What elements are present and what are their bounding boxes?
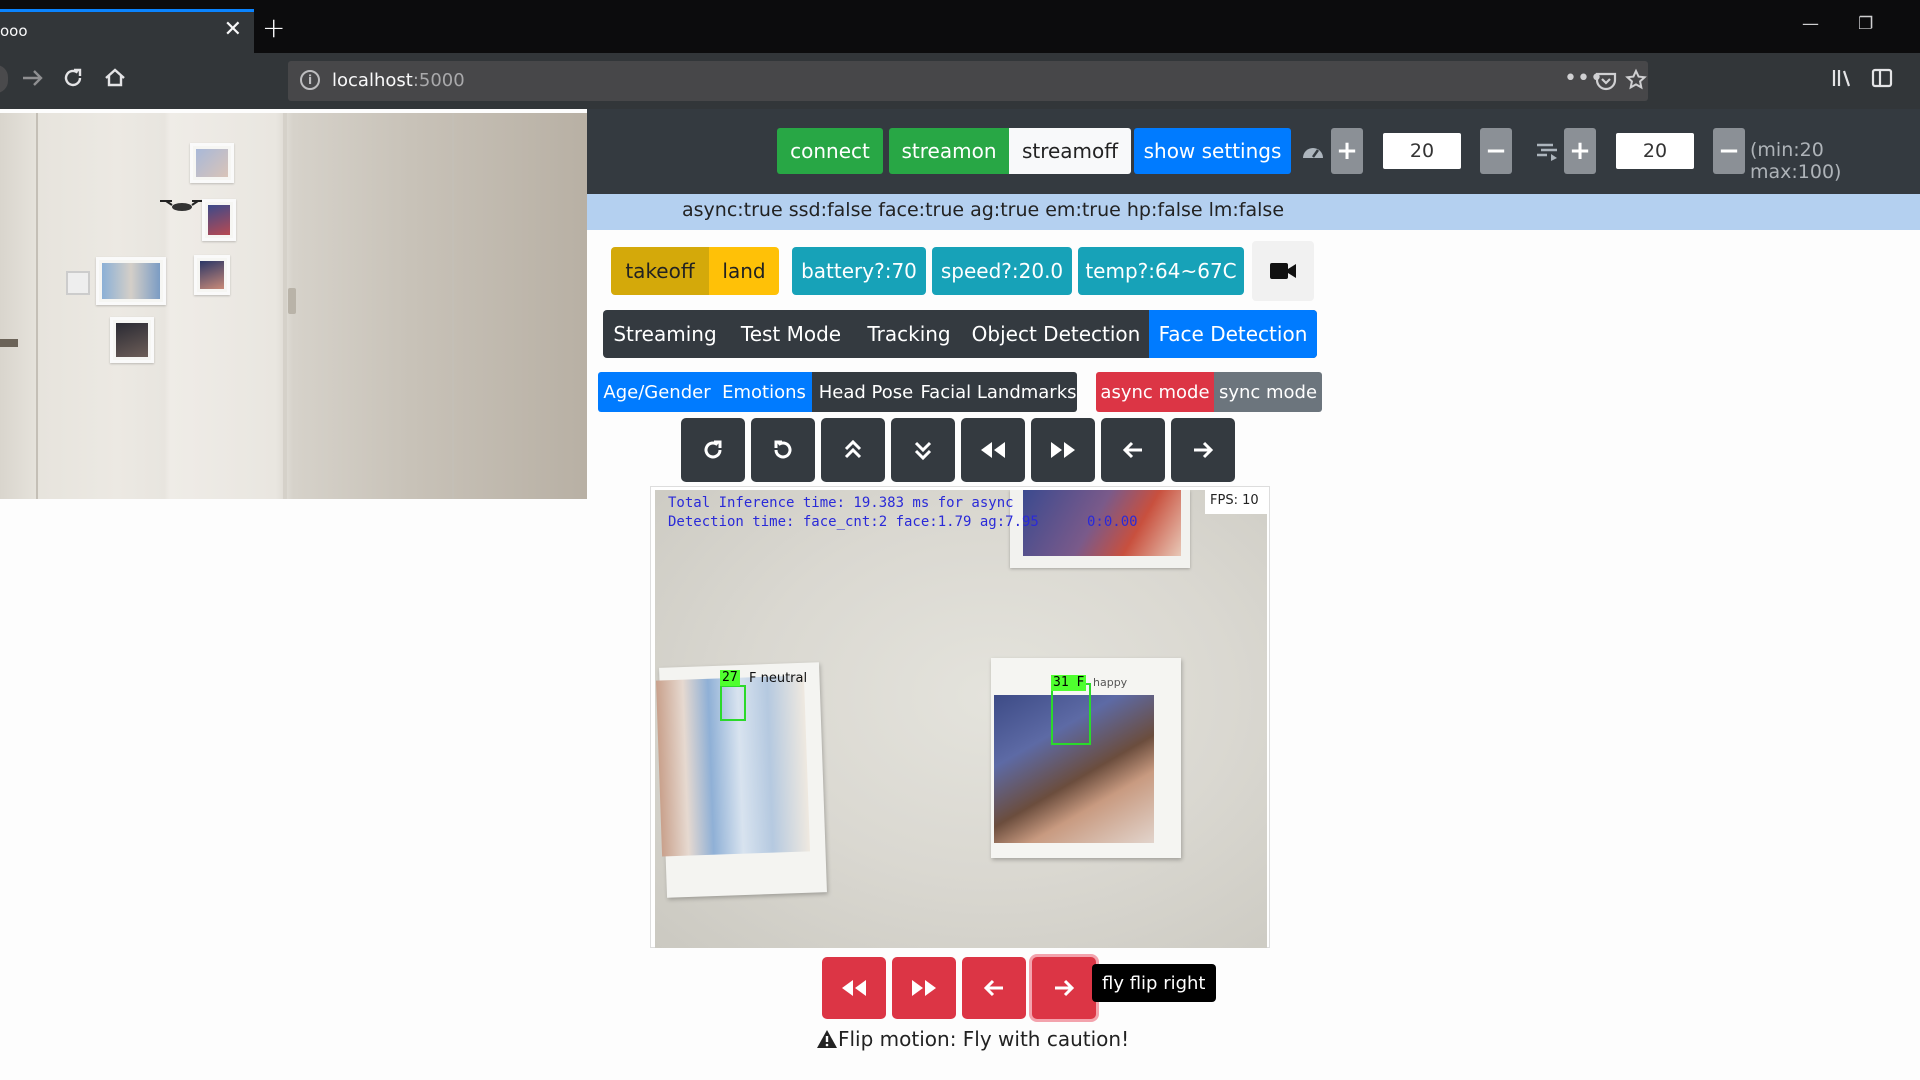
temperature-button[interactable]: temp?:64~67C [1078, 247, 1244, 295]
battery-button[interactable]: battery?:70 [792, 247, 926, 295]
down-icon [914, 441, 932, 461]
up-icon [844, 439, 862, 459]
tab-test-mode[interactable]: Test Mode [727, 310, 855, 358]
rotation-speed-icon [1533, 140, 1559, 162]
flip-right-icon [1055, 979, 1075, 997]
flip-forward-button[interactable] [892, 957, 956, 1019]
sync-mode-button[interactable]: sync mode [1214, 372, 1322, 412]
up-button[interactable] [821, 418, 885, 482]
browser-nav-bar: i localhost:5000 ••• [0, 53, 1920, 109]
bookmark-star-icon[interactable] [1624, 67, 1648, 95]
face-label: 27 [720, 670, 740, 686]
tab-emotions[interactable]: Emotions [716, 372, 812, 412]
drone-video-feed: Total Inference time: 19.383 ms for asyn… [655, 490, 1267, 948]
fps-text: FPS: 10 [1210, 493, 1259, 508]
face-box [720, 685, 746, 721]
tab-object-detection[interactable]: Object Detection [963, 310, 1149, 358]
right-button[interactable] [1171, 418, 1235, 482]
room-camera-view [0, 113, 587, 499]
right-icon [1194, 441, 1214, 459]
connect-button[interactable]: connect [777, 128, 883, 174]
warning-icon [817, 1030, 837, 1048]
tab-head-pose[interactable]: Head Pose [812, 372, 920, 412]
fps-badge: FPS: 10 [1205, 490, 1267, 514]
tab-face-detection[interactable]: Face Detection [1149, 310, 1317, 358]
show-settings-button[interactable]: show settings [1134, 128, 1291, 174]
forward-icon[interactable] [20, 63, 46, 93]
tab-tracking[interactable]: Tracking [855, 310, 963, 358]
video-frame: Total Inference time: 19.383 ms for asyn… [650, 486, 1270, 948]
speed-input[interactable]: 20 [1383, 133, 1461, 169]
browser-tab-bar: ooo ✕ + — ❐ [0, 0, 1920, 53]
rotation-plus-button[interactable]: + [1564, 128, 1596, 174]
rotate-cw-icon [704, 440, 722, 459]
rotate-ccw-icon [774, 440, 792, 459]
forward-button[interactable] [1031, 418, 1095, 482]
back-icon[interactable] [0, 65, 8, 93]
tooltip: fly flip right [1092, 964, 1216, 1002]
site-info-icon[interactable]: i [300, 70, 320, 90]
left-icon [1122, 441, 1142, 459]
flip-left-button[interactable] [962, 957, 1026, 1019]
tab-age-gender[interactable]: Age/Gender [598, 372, 716, 412]
streamon-button[interactable]: streamon [889, 128, 1009, 174]
rotate-cw-button[interactable] [681, 418, 745, 482]
status-text: async:true ssd:false face:true ag:true e… [682, 199, 1285, 221]
video-camera-button[interactable] [1252, 241, 1314, 301]
minimize-icon[interactable]: — [1802, 14, 1819, 34]
backward-button[interactable] [961, 418, 1025, 482]
reload-icon[interactable] [60, 63, 86, 93]
video-camera-icon [1270, 263, 1296, 279]
rotate-ccw-button[interactable] [751, 418, 815, 482]
sidebar-icon[interactable] [1870, 63, 1894, 93]
home-icon[interactable] [102, 63, 128, 93]
new-tab-icon[interactable]: + [262, 14, 285, 42]
browser-tab[interactable]: ooo ✕ [0, 9, 254, 53]
control-bar: connect streamon streamoff show settings… [587, 109, 1920, 194]
caution-text: Flip motion: Fly with caution! [838, 1027, 1130, 1051]
land-button[interactable]: land [709, 247, 779, 295]
url-text: localhost:5000 [332, 70, 465, 91]
flip-forward-icon [912, 980, 936, 996]
drone-icon [158, 197, 206, 217]
flip-back-icon [842, 980, 866, 996]
forward-icon [1051, 442, 1075, 458]
page: connect streamon streamoff show settings… [0, 109, 1920, 1080]
flip-back-button[interactable] [822, 957, 886, 1019]
rotation-minus-button[interactable]: − [1713, 128, 1745, 174]
speed-plus-button[interactable]: + [1331, 128, 1363, 174]
tab-title: ooo [0, 22, 28, 40]
speedometer-icon [1301, 140, 1325, 162]
backward-icon [981, 442, 1005, 458]
down-button[interactable] [891, 418, 955, 482]
face-emotion: happy [1093, 676, 1128, 689]
face-box [1051, 683, 1091, 745]
face-emotion: F neutral [749, 671, 808, 686]
left-button[interactable] [1101, 418, 1165, 482]
speed-minus-button[interactable]: − [1480, 128, 1512, 174]
tab-streaming[interactable]: Streaming [603, 310, 727, 358]
status-strip: async:true ssd:false face:true ag:true e… [587, 194, 1920, 230]
async-mode-button[interactable]: async mode [1096, 372, 1214, 412]
library-icon[interactable] [1830, 63, 1854, 93]
speed-query-button[interactable]: speed?:20.0 [932, 247, 1072, 295]
detection-time-tail: 0:0.00 [1087, 514, 1138, 530]
range-note: (min:20 max:100) [1750, 139, 1842, 183]
inference-time-text: Total Inference time: 19.383 ms for asyn… [668, 495, 1014, 511]
url-bar[interactable]: i localhost:5000 ••• [288, 61, 1648, 101]
flip-left-icon [983, 979, 1003, 997]
face-label: 31 F [1051, 675, 1087, 691]
rotation-input[interactable]: 20 [1616, 133, 1694, 169]
streamoff-button[interactable]: streamoff [1009, 128, 1131, 174]
takeoff-button[interactable]: takeoff [611, 247, 709, 295]
flip-right-button[interactable] [1032, 957, 1096, 1019]
pocket-icon[interactable] [1594, 67, 1618, 95]
restore-icon[interactable]: ❐ [1858, 14, 1873, 34]
close-tab-icon[interactable]: ✕ [224, 19, 242, 41]
caution-message: Flip motion: Fly with caution! [816, 1027, 1129, 1051]
detection-time-text: Detection time: face_cnt:2 face:1.79 ag:… [668, 514, 1039, 530]
tab-facial-landmarks[interactable]: Facial Landmarks [920, 372, 1077, 412]
